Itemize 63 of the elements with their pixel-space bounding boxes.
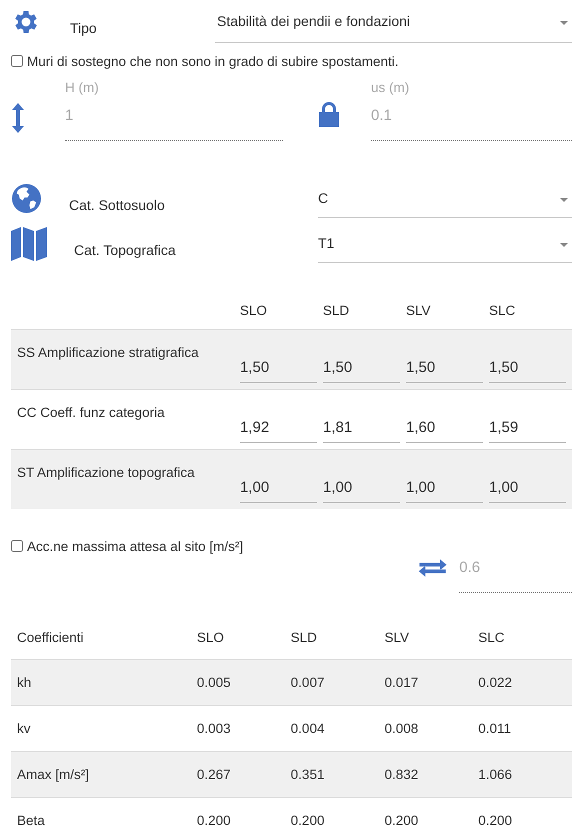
input-field[interactable]: 1,00 [489,466,566,502]
category-select[interactable]: T1 [318,224,572,263]
table-cell: 0.022 [478,675,512,690]
row-label: SS Amplificazione stratigrafica [17,345,199,360]
input-field[interactable]: 1,50 [406,346,483,382]
row-label: ST Amplificazione topografica [17,465,195,480]
table-cell: 0.200 [384,813,418,827]
table-cell: 0.200 [478,813,512,827]
input-field[interactable]: 1,60 [406,406,483,442]
input-field[interactable]: 1,50 [240,346,317,382]
column-header: SLO [196,630,224,645]
checkbox[interactable] [11,55,23,67]
checkbox-label: Muri di sostegno che non sono in grado di subire spostamenti. [27,54,398,68]
input-field[interactable]: 1,00 [240,466,317,502]
map-icon [11,226,47,262]
table-cell: 0.017 [384,675,418,690]
category-label: Cat. Sottosuolo [69,196,165,212]
table-cell: 0.832 [384,767,418,782]
tipo-label: Tipo [70,20,98,36]
table-cell: Beta [17,813,45,827]
checkbox-label: Acc.ne massima attesa al sito [m/s²] [27,538,244,554]
checkbox[interactable] [11,540,23,552]
row-label: CC Coeff. funz categoria [17,405,165,420]
table-cell: 1.066 [478,767,512,782]
column-header: SLD [322,302,350,318]
table-cell: 0.267 [196,767,231,782]
input-field[interactable]: 1,50 [489,346,566,382]
input-field[interactable]: 1,50 [322,346,400,382]
column-header: SLD [290,630,317,645]
caret-icon [560,198,568,202]
tipo-select[interactable]: Stabilità dei pendii e fondazioni [215,0,572,43]
column-header: SLC [478,630,504,645]
input-field[interactable]: 1,00 [322,466,400,502]
field-label: us (m) [371,80,410,95]
category-label: Cat. Topografica [74,242,176,258]
table-cell: 0.004 [290,721,324,736]
caret-icon [560,21,568,25]
category-select[interactable]: C [318,179,572,218]
column-header: Coefficienti [17,630,84,645]
lock-icon [317,101,341,127]
input-field[interactable]: 1,00 [406,466,483,502]
field-label: H (m) [65,80,99,95]
input-field[interactable]: 1,92 [240,406,317,442]
column-header: SLV [406,302,430,318]
table-cell: kh [17,675,32,690]
globe-icon [11,183,42,214]
table-cell: 0.008 [384,721,418,736]
column-header: SLC [488,302,516,318]
table-cell: 0.007 [290,675,324,690]
table-cell: 0.011 [478,721,512,736]
column-header: SLO [240,302,267,318]
caret-icon [560,243,568,247]
table-cell: Amax [m/s²] [17,767,90,782]
input-field[interactable]: 1,81 [322,406,400,442]
table-cell: 0.200 [290,813,324,827]
input-field[interactable]: 1,59 [489,406,566,442]
table-cell: 0.351 [290,767,324,782]
column-header: SLV [384,630,409,645]
table-cell: kv [17,721,30,736]
vertical-arrow-icon [11,103,25,133]
table-cell: 0.005 [196,675,231,690]
table-cell: 0.200 [196,813,231,827]
table-cell: 0.003 [196,721,231,736]
